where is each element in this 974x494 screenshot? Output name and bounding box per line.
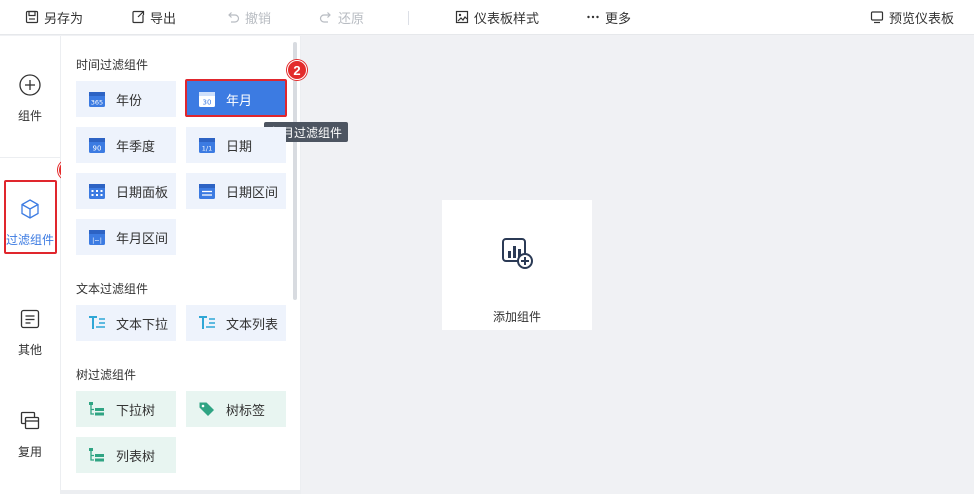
calendar-grid-icon — [89, 184, 105, 199]
document-icon — [20, 309, 40, 328]
section-title-time: 时间过滤组件 — [76, 58, 149, 72]
comp-label: 日期面板 — [116, 184, 169, 200]
top-toolbar: 另存为 导出 撤销 还原 仪表板样式 更多 预览仪表板 — [0, 0, 974, 35]
dashboard-style-label: 仪表板样式 — [474, 10, 540, 26]
tree-dropdown-icon — [89, 402, 104, 416]
comp-year-quarter[interactable]: 90 年季度 — [76, 127, 176, 163]
rail-item-label: 组件 — [17, 108, 42, 123]
preview-dashboard-button[interactable]: 预览仪表板 — [870, 0, 954, 35]
comp-text-list[interactable]: 文本列表 — [186, 305, 286, 341]
save-as-label: 另存为 — [44, 10, 84, 26]
comp-tree-dropdown[interactable]: 下拉树 — [76, 391, 176, 427]
rail-item-reuse[interactable]: 复用 — [0, 384, 60, 484]
export-label: 导出 — [150, 10, 177, 26]
comp-year[interactable]: 365 年份 — [76, 81, 176, 117]
calendar-90-icon: 90 — [89, 138, 105, 153]
comp-label: 年季度 — [116, 138, 156, 154]
step-badge-2: 2 — [287, 60, 307, 80]
rail-item-components[interactable]: 组件 — [0, 48, 60, 148]
text-list-icon — [199, 316, 215, 329]
comp-label: 文本列表 — [226, 316, 279, 332]
toolbar-divider — [408, 11, 409, 25]
svg-text:1/1: 1/1 — [202, 145, 212, 153]
more-button[interactable]: 更多 — [586, 0, 631, 35]
preview-dashboard-label: 预览仪表板 — [889, 10, 955, 26]
svg-text:365: 365 — [91, 99, 103, 107]
plus-circle-icon — [19, 73, 41, 96]
text-dropdown-icon — [89, 316, 105, 329]
save-icon — [25, 10, 39, 24]
comp-label: 树标签 — [226, 402, 266, 418]
export-icon — [132, 10, 145, 24]
rail-item-label: 复用 — [17, 444, 42, 459]
undo-button[interactable]: 撤销 — [226, 0, 271, 35]
section-title-tree: 树过滤组件 — [76, 368, 137, 382]
rail-divider — [0, 157, 60, 158]
save-as-button[interactable]: 另存为 — [25, 0, 83, 35]
comp-tree-tag[interactable]: 树标签 — [186, 391, 286, 427]
rail-item-label: 其他 — [17, 342, 42, 357]
highlight-box-year-month — [185, 79, 287, 117]
comp-label: 列表树 — [116, 448, 156, 464]
redo-label: 还原 — [338, 10, 365, 26]
more-label: 更多 — [605, 10, 632, 26]
more-icon — [587, 15, 599, 19]
undo-icon — [228, 12, 240, 23]
comp-label: 下拉树 — [116, 402, 156, 418]
panel-scrollbar[interactable] — [293, 42, 297, 300]
rail-item-other[interactable]: 其他 — [0, 282, 60, 382]
comp-label: 年份 — [116, 92, 143, 108]
undo-label: 撤销 — [245, 10, 272, 26]
monitor-icon — [870, 11, 884, 24]
copy-icon — [20, 411, 40, 429]
calendar-1-1-icon: 1/1 — [199, 138, 215, 153]
comp-label: 日期区间 — [226, 184, 279, 200]
left-rail: 组件 过滤组件 其他 复用 — [0, 36, 61, 494]
dashboard-style-button[interactable]: 仪表板样式 — [455, 0, 539, 35]
comp-label: 文本下拉 — [116, 316, 169, 332]
redo-button[interactable]: 还原 — [319, 0, 364, 35]
calendar-month-range-icon: |~| — [89, 230, 105, 245]
export-button[interactable]: 导出 — [131, 0, 176, 35]
comp-year-month-range[interactable]: |~| 年月区间 — [76, 219, 176, 255]
panel-bottom-edge — [61, 490, 301, 494]
calendar-range-icon — [199, 184, 215, 199]
svg-text:|~|: |~| — [92, 237, 102, 245]
tag-icon — [199, 402, 214, 416]
comp-label: 日期 — [226, 138, 253, 154]
section-title-text: 文本过滤组件 — [76, 282, 149, 296]
comp-date[interactable]: 1/1 日期 — [186, 127, 286, 163]
palette-icon — [455, 10, 469, 24]
comp-date-panel[interactable]: 日期面板 — [76, 173, 176, 209]
redo-icon — [319, 12, 331, 23]
comp-date-range[interactable]: 日期区间 — [186, 173, 286, 209]
add-component-card[interactable]: 添加组件 — [442, 200, 592, 330]
comp-text-dropdown[interactable]: 文本下拉 — [76, 305, 176, 341]
comp-tree-list[interactable]: 列表树 — [76, 437, 176, 473]
highlight-box-filter — [4, 180, 57, 254]
tree-list-icon — [89, 448, 104, 462]
add-chart-icon — [502, 238, 533, 269]
calendar-365-icon: 365 — [89, 92, 105, 107]
add-component-label: 添加组件 — [492, 310, 541, 324]
comp-label: 年月区间 — [116, 230, 169, 246]
svg-text:90: 90 — [93, 145, 102, 153]
